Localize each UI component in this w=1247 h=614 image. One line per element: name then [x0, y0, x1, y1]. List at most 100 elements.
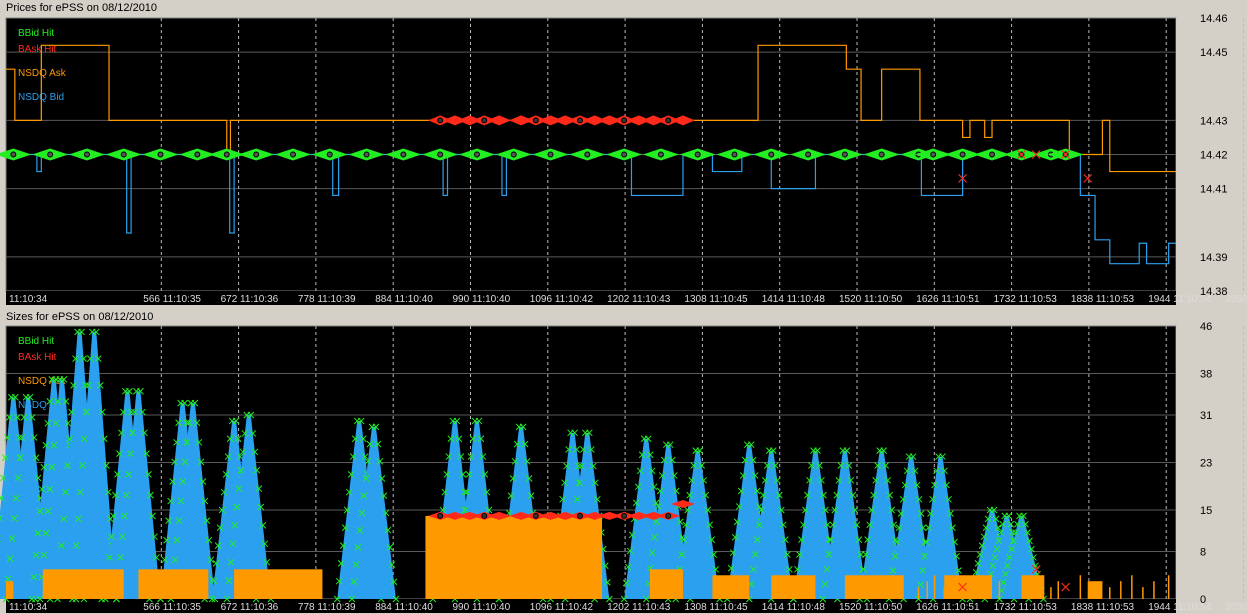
ask-size-block — [712, 575, 750, 599]
bbid-hit-dot — [326, 151, 333, 158]
bask-hit-dot — [437, 512, 444, 519]
x-tick-label: 11:10:34 — [9, 602, 48, 613]
y-tick-label: 14.46 — [1200, 13, 1228, 25]
y-tick-label: 46 — [1200, 321, 1212, 333]
bask-hit-dot — [481, 512, 488, 519]
bbid-hit-dot — [878, 151, 885, 158]
y-tick-label: 15 — [1200, 505, 1212, 517]
bask-hit-dot — [437, 117, 444, 124]
ask-size-block — [138, 569, 209, 599]
ask-size-block — [425, 515, 603, 599]
x-tick-label: 1944 11:10:54 — [1148, 602, 1212, 613]
x-tick-label: 1414 11:10:48 — [762, 294, 826, 305]
x-tick-label: 672 11:10:36 — [221, 294, 279, 305]
ask-size-block — [771, 575, 816, 599]
ask-size-block — [234, 569, 323, 599]
x-tick-label: 1520 11:10:50 — [839, 602, 903, 613]
bask-hit-dot — [576, 512, 583, 519]
bbid-hit-dot — [621, 151, 628, 158]
y-tick-label: 38 — [1200, 368, 1212, 380]
x-tick-label: 1202 11:10:43 — [607, 602, 671, 613]
bbid-hit-dot — [657, 151, 664, 158]
sizes-panel: Sizes for ePSS on 08/12/2010 46 38 31 23 15 8… — [0, 309, 1247, 614]
x-tick-label: 778 11:10:39 — [298, 602, 356, 613]
bbid-hit-dot — [547, 151, 554, 158]
bbid-hit-dot — [805, 151, 812, 158]
x-tick-label: 1096 11:10:42 — [530, 602, 594, 613]
ask-size-block — [844, 575, 904, 599]
y-tick-label: 23 — [1200, 458, 1212, 470]
bbid-hit-dot — [10, 151, 17, 158]
ask-size-block — [1021, 575, 1044, 599]
legend-item: BBid Hit — [18, 28, 54, 39]
x-tick-label: 566 11:10:35 — [143, 602, 201, 613]
bbid-hit-dot — [223, 151, 230, 158]
bask-hit-dot — [621, 512, 628, 519]
y-tick-label: 14.39 — [1200, 252, 1228, 264]
legend-item: BBid Hit — [18, 336, 54, 347]
y-tick-label: 14.45 — [1200, 47, 1228, 59]
sizes-chart: 46383123158011:10:34 566 11:10:35 672 11:1… — [0, 321, 1247, 613]
bbid-hit-dot — [289, 151, 296, 158]
x-tick-label: 1308 11:10:45 — [684, 602, 748, 613]
x-tick-label: 990 11:10:40 — [453, 602, 511, 613]
bbid-hit-dot — [768, 151, 775, 158]
x-tick-label: 2050 11 — [1226, 602, 1247, 613]
y-tick-label: 14.43 — [1200, 115, 1228, 127]
y-tick-label: 14.41 — [1200, 184, 1228, 196]
x-tick-label: 2050 11 — [1226, 294, 1247, 305]
bask-hit-dot — [532, 117, 539, 124]
y-tick-label: 31 — [1200, 410, 1212, 422]
x-tick-label: 1308 11:10:45 — [684, 294, 748, 305]
bbid-hit-dot — [157, 151, 164, 158]
bbid-hit-dot — [47, 151, 54, 158]
bbid-hit-dot — [959, 151, 966, 158]
ask-size-block — [42, 569, 124, 599]
prices-panel: Prices for ePSS on 08/12/2010 14.46 14.45… — [0, 0, 1247, 307]
x-tick-label: 672 11:10:36 — [221, 602, 279, 613]
x-tick-label: 1944 11:10:54 — [1148, 294, 1212, 305]
x-tick-label: 778 11:10:39 — [298, 294, 356, 305]
x-tick-label: 1732 11:10:53 — [994, 602, 1058, 613]
x-tick-label: 566 11:10:35 — [143, 294, 201, 305]
bbid-hit-dot — [584, 151, 591, 158]
bbid-hit-dot — [83, 151, 90, 158]
x-tick-label: 1520 11:10:50 — [839, 294, 903, 305]
bbid-hit-dot — [437, 151, 444, 158]
bbid-hit-dot — [731, 151, 738, 158]
bbid-hit-dot — [400, 151, 407, 158]
bask-hit-dot — [481, 117, 488, 124]
x-tick-label: 1626 11:10:51 — [916, 294, 980, 305]
y-tick-label: 14.42 — [1200, 150, 1228, 162]
bbid-hit-dot — [473, 151, 480, 158]
x-tick-label: 1838 11:10:53 — [1071, 294, 1135, 305]
bbid-hit-dot — [694, 151, 701, 158]
bbid-hit-dot — [841, 151, 848, 158]
bbid-hit-dot — [930, 151, 937, 158]
x-tick-label: 884 11:10:40 — [375, 294, 433, 305]
x-tick-label: 1732 11:10:53 — [994, 294, 1058, 305]
bask-hit-dot — [665, 512, 672, 519]
bask-hit-dot — [665, 117, 672, 124]
x-tick-label: 1202 11:10:43 — [607, 294, 671, 305]
y-tick-label: 8 — [1200, 547, 1206, 559]
x-tick-label: 1626 11:10:51 — [916, 602, 980, 613]
bbid-hit-dot — [363, 151, 370, 158]
bbid-hit-dot — [120, 151, 127, 158]
bbid-hit-dot — [194, 151, 201, 158]
ask-size-block — [649, 569, 683, 599]
bask-hit-dot — [532, 512, 539, 519]
legend-item: NSDQ Ask — [18, 68, 67, 79]
x-tick-label: 1414 11:10:48 — [762, 602, 826, 613]
ask-size-block — [6, 581, 14, 599]
x-tick-label: 884 11:10:40 — [375, 602, 433, 613]
bbid-hit-dot — [510, 151, 517, 158]
x-tick-label: 990 11:10:40 — [453, 294, 511, 305]
x-tick-label: 1096 11:10:42 — [530, 294, 594, 305]
prices-chart: 14.4614.4514.4314.4214.4114.3914.3811:10… — [0, 13, 1247, 305]
bask-hit-dot — [576, 117, 583, 124]
bask-hit-dot — [621, 117, 628, 124]
ask-size-block — [1087, 581, 1103, 599]
x-tick-label: 11:10:34 — [9, 294, 48, 305]
x-tick-label: 1838 11:10:53 — [1071, 602, 1135, 613]
